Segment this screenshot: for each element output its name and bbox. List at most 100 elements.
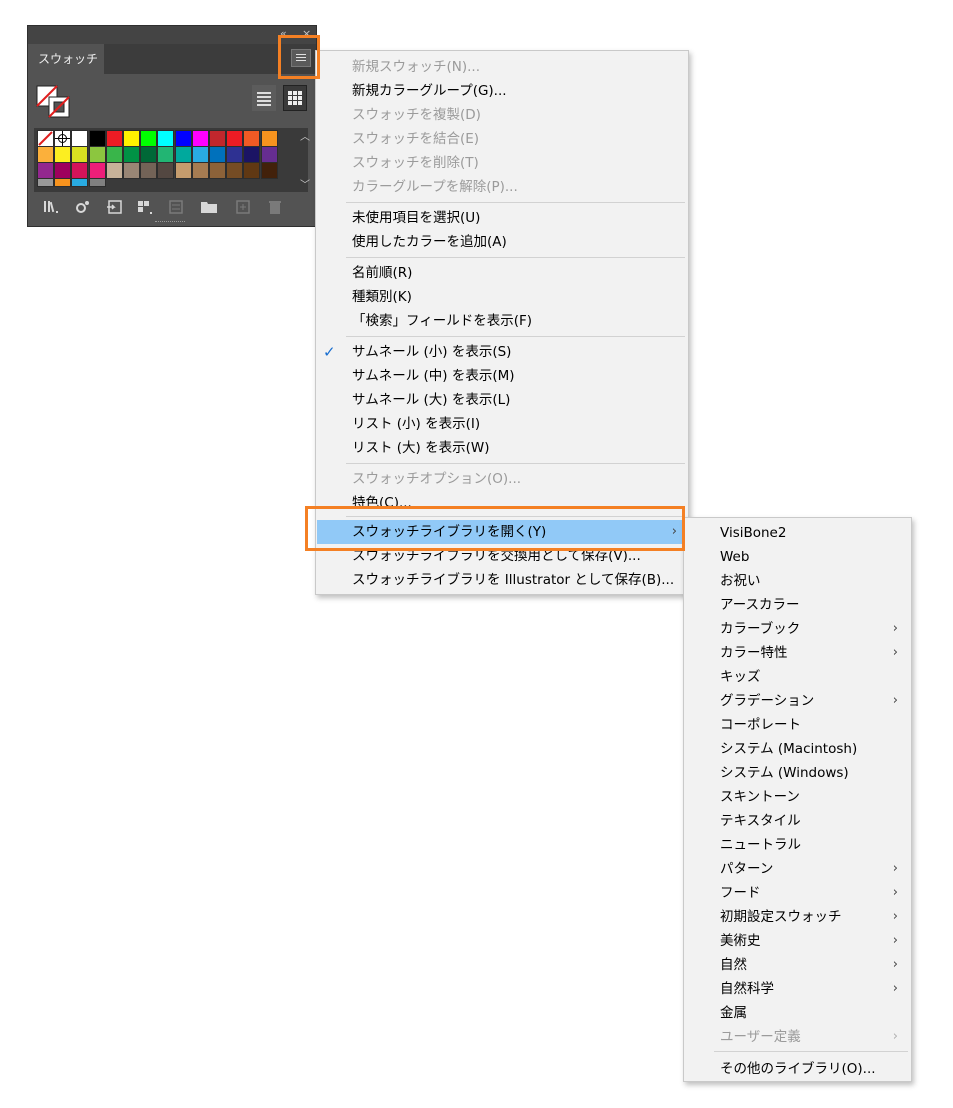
submenu-item[interactable]: テキスタイル: [685, 809, 910, 833]
swatch[interactable]: [71, 162, 89, 179]
swatch[interactable]: [105, 130, 123, 147]
menu-item[interactable]: 新規カラーグループ(G)...: [317, 79, 687, 103]
submenu-item[interactable]: グラデーション ›: [685, 689, 910, 713]
swatch[interactable]: [105, 162, 123, 179]
menu-separator: [346, 257, 685, 258]
submenu-item[interactable]: システム (Windows): [685, 761, 910, 785]
menu-item[interactable]: サムネール (中) を表示(M): [317, 364, 687, 388]
menu-item[interactable]: 「検索」フィールドを表示(F): [317, 309, 687, 333]
submenu-item-label: フード: [720, 885, 761, 901]
swatch[interactable]: [37, 178, 54, 187]
swatch[interactable]: [226, 130, 244, 147]
swatch[interactable]: [226, 162, 244, 179]
submenu-item[interactable]: カラーブック ›: [685, 617, 910, 641]
menu-separator: [346, 336, 685, 337]
menu-item[interactable]: 未使用項目を選択(U): [317, 206, 687, 230]
list-view-button[interactable]: [252, 85, 276, 111]
submenu-item-label: その他のライブラリ(O)...: [720, 1061, 876, 1077]
swatch[interactable]: [37, 146, 54, 163]
submenu-item[interactable]: その他のライブラリ(O)...: [685, 1057, 910, 1081]
swatch[interactable]: [243, 146, 261, 163]
swatch[interactable]: [157, 162, 175, 179]
fill-stroke-icon[interactable]: [36, 85, 72, 119]
swatch[interactable]: [71, 178, 89, 187]
swatch[interactable]: [209, 146, 226, 163]
swatch[interactable]: [260, 130, 278, 147]
menu-item[interactable]: リスト (小) を表示(I): [317, 412, 687, 436]
scroll-up-icon[interactable]: ︿: [300, 128, 310, 143]
submenu-item[interactable]: お祝い: [685, 569, 910, 593]
submenu-item[interactable]: ニュートラル: [685, 833, 910, 857]
swatch-registration[interactable]: [54, 130, 72, 147]
thumbnail-view-button[interactable]: [283, 85, 307, 111]
swatch[interactable]: [260, 162, 278, 179]
swatch[interactable]: [37, 162, 54, 179]
swatch-options-icon[interactable]: [106, 198, 124, 216]
submenu-item[interactable]: 金属: [685, 1001, 910, 1025]
swatch[interactable]: [209, 162, 226, 179]
menu-item[interactable]: リスト (大) を表示(W): [317, 436, 687, 460]
swatch[interactable]: [191, 162, 209, 179]
swatch[interactable]: [88, 130, 106, 147]
menu-item[interactable]: 種類別(K): [317, 285, 687, 309]
library-icon[interactable]: [42, 198, 60, 216]
swatch[interactable]: [174, 146, 192, 163]
swatch[interactable]: [243, 162, 261, 179]
swatch[interactable]: [140, 146, 158, 163]
swatch[interactable]: [54, 146, 72, 163]
swatch[interactable]: [71, 146, 89, 163]
swatch[interactable]: [88, 178, 106, 187]
submenu-item[interactable]: アースカラー: [685, 593, 910, 617]
color-group-icon[interactable]: [136, 198, 154, 216]
swatch[interactable]: [105, 146, 123, 163]
submenu-item[interactable]: コーポレート: [685, 713, 910, 737]
show-kind-icon[interactable]: [74, 198, 92, 216]
submenu-item[interactable]: システム (Macintosh): [685, 737, 910, 761]
swatch[interactable]: [71, 130, 89, 147]
submenu-item[interactable]: キッズ: [685, 665, 910, 689]
menu-item[interactable]: 使用したカラーを追加(A): [317, 230, 687, 254]
submenu-item[interactable]: フード ›: [685, 881, 910, 905]
menu-item[interactable]: スウォッチライブラリを Illustrator として保存(B)...: [317, 568, 687, 592]
swatch[interactable]: [140, 162, 158, 179]
swatch[interactable]: [123, 130, 140, 147]
swatch[interactable]: [209, 130, 226, 147]
scroll-down-icon[interactable]: ﹀: [300, 176, 310, 191]
tab-swatches[interactable]: スウォッチ: [28, 44, 104, 74]
swatch[interactable]: [88, 162, 106, 179]
submenu-item[interactable]: VisiBone2: [685, 521, 910, 545]
menu-item[interactable]: 名前順(R): [317, 261, 687, 285]
swatch[interactable]: [243, 130, 261, 147]
swatch[interactable]: [191, 130, 209, 147]
swatch-none[interactable]: [37, 130, 54, 147]
swatch[interactable]: [191, 146, 209, 163]
menu-item[interactable]: サムネール (大) を表示(L): [317, 388, 687, 412]
swatch[interactable]: [88, 146, 106, 163]
swatch[interactable]: [174, 130, 192, 147]
menu-item-label: 名前順(R): [352, 265, 413, 281]
swatch[interactable]: [123, 146, 140, 163]
swatch[interactable]: [260, 146, 278, 163]
submenu-item[interactable]: パターン ›: [685, 857, 910, 881]
panel-resize-grip[interactable]: [155, 221, 185, 226]
submenu-item[interactable]: スキントーン: [685, 785, 910, 809]
menu-item[interactable]: ✓ サムネール (小) を表示(S): [317, 340, 687, 364]
submenu-item[interactable]: 自然科学 ›: [685, 977, 910, 1001]
submenu-item: ユーザー定義 ›: [685, 1025, 910, 1049]
swatch[interactable]: [157, 146, 175, 163]
submenu-item[interactable]: Web: [685, 545, 910, 569]
submenu-item[interactable]: 初期設定スウォッチ ›: [685, 905, 910, 929]
swatch[interactable]: [54, 162, 72, 179]
swatch[interactable]: [157, 130, 175, 147]
submenu-item[interactable]: 美術史 ›: [685, 929, 910, 953]
submenu-item[interactable]: カラー特性 ›: [685, 641, 910, 665]
submenu-item-label: 美術史: [720, 933, 761, 949]
swatch[interactable]: [174, 162, 192, 179]
swatch[interactable]: [226, 146, 244, 163]
new-color-group-folder-icon[interactable]: [200, 198, 218, 216]
swatch[interactable]: [123, 162, 140, 179]
swatch[interactable]: [140, 130, 158, 147]
submenu-item-label: 自然科学: [720, 981, 774, 997]
swatch[interactable]: [54, 178, 72, 187]
submenu-item[interactable]: 自然 ›: [685, 953, 910, 977]
